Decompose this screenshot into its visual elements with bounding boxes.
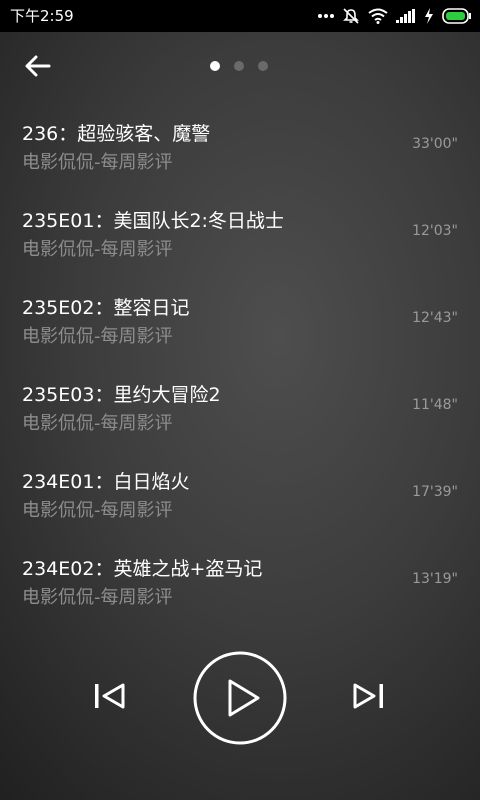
track-title: 235E03：里约大冒险2 [22, 384, 221, 406]
track-duration: 33'00" [412, 136, 458, 152]
track-duration: 13'19" [412, 571, 458, 587]
player-controls [0, 650, 480, 746]
play-button[interactable] [192, 650, 288, 746]
track-title: 236：超验骇客、魔警 [22, 123, 211, 145]
track-duration: 12'43" [412, 310, 458, 326]
page-dot[interactable] [234, 61, 244, 71]
skip-next-icon [350, 681, 386, 715]
back-button[interactable] [20, 50, 56, 86]
track-item[interactable]: 235E03：里约大冒险2 电影侃侃-每周影评 11'48" [0, 363, 480, 450]
track-title: 235E02：整容日记 [22, 297, 190, 319]
track-subtitle: 电影侃侃-每周影评 [22, 152, 173, 173]
track-duration: 11'48" [412, 397, 458, 413]
skip-previous-icon [92, 681, 128, 715]
status-bar: 下午2:59 [0, 0, 480, 32]
track-subtitle: 电影侃侃-每周影评 [22, 587, 173, 608]
track-item[interactable]: 235E02：整容日记 电影侃侃-每周影评 12'43" [0, 276, 480, 363]
track-item[interactable]: 234E02：英雄之战+盗马记 电影侃侃-每周影评 13'19" [0, 537, 480, 624]
page-dot[interactable] [258, 61, 268, 71]
track-item[interactable]: 236：超验骇客、魔警 电影侃侃-每周影评 33'00" [0, 102, 480, 189]
next-button[interactable] [346, 678, 390, 718]
charging-icon [424, 8, 434, 24]
status-time: 下午2:59 [10, 7, 74, 25]
track-title: 234E02：英雄之战+盗马记 [22, 558, 263, 580]
track-item[interactable]: 235E01：美国队长2:冬日战士 电影侃侃-每周影评 12'03" [0, 189, 480, 276]
mute-icon [342, 7, 360, 25]
track-title: 234E01：白日焰火 [22, 471, 190, 493]
track-subtitle: 电影侃侃-每周影评 [22, 239, 173, 260]
track-subtitle: 电影侃侃-每周影评 [22, 413, 173, 434]
track-subtitle: 电影侃侃-每周影评 [22, 326, 173, 347]
more-dots-icon [318, 13, 334, 19]
page-dot-active[interactable] [210, 61, 220, 71]
arrow-left-icon [25, 55, 51, 81]
page-indicator [210, 61, 268, 71]
wifi-icon [368, 8, 388, 24]
previous-button[interactable] [88, 678, 132, 718]
status-icons [318, 0, 472, 32]
track-duration: 12'03" [412, 223, 458, 239]
track-list: 236：超验骇客、魔警 电影侃侃-每周影评 33'00" 235E01：美国队长… [0, 102, 480, 624]
track-duration: 17'39" [412, 484, 458, 500]
track-item[interactable]: 234E01：白日焰火 电影侃侃-每周影评 17'39" [0, 450, 480, 537]
battery-icon [442, 8, 472, 24]
top-bar [0, 32, 480, 102]
track-subtitle: 电影侃侃-每周影评 [22, 500, 173, 521]
signal-icon [396, 9, 416, 23]
track-title: 235E01：美国队长2:冬日战士 [22, 210, 284, 232]
play-icon [228, 679, 260, 717]
